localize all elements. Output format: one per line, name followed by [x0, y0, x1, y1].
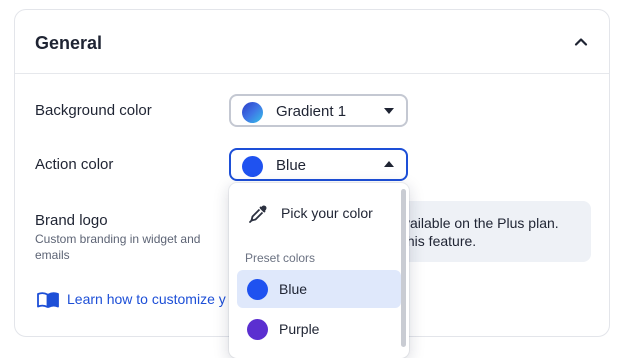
caret-up-icon: [384, 161, 394, 167]
plan-notice: vailable on the Plus plan. this feature.: [389, 201, 591, 262]
action-color-swatch: [242, 156, 263, 177]
caret-down-icon: [384, 108, 394, 114]
chevron-up-icon[interactable]: [571, 32, 591, 52]
pick-color-option[interactable]: Pick your color: [229, 195, 399, 231]
section-title: General: [35, 33, 103, 53]
notice-line-2: this feature.: [403, 233, 477, 249]
action-color-select[interactable]: Blue: [229, 148, 408, 181]
dropdown-scrollbar[interactable]: [401, 189, 406, 347]
learn-link-text[interactable]: Learn how to customize y: [67, 291, 226, 307]
section-header[interactable]: General: [15, 10, 609, 74]
eyedropper-icon: [249, 205, 267, 223]
book-icon: [37, 292, 59, 308]
preset-colors-heading: Preset colors: [245, 251, 316, 265]
background-color-select[interactable]: Gradient 1: [229, 94, 408, 127]
color-option-label: Purple: [279, 321, 320, 337]
pick-color-label: Pick your color: [281, 205, 373, 221]
action-color-value: Blue: [276, 157, 307, 174]
blue-swatch: [247, 279, 268, 300]
gradient-swatch: [242, 102, 263, 123]
purple-swatch: [247, 319, 268, 340]
background-color-label: Background color: [35, 102, 152, 119]
action-color-label: Action color: [35, 156, 114, 173]
background-color-value: Gradient 1: [276, 103, 347, 120]
color-option-blue[interactable]: Blue: [237, 270, 401, 308]
color-option-purple[interactable]: Purple: [237, 310, 401, 348]
notice-line-1: vailable on the Plus plan.: [403, 215, 559, 231]
color-option-label: Blue: [279, 281, 308, 297]
brand-logo-label: Brand logo: [35, 212, 108, 229]
brand-logo-description: Custom branding in widget and emails: [35, 232, 201, 262]
action-color-dropdown: Pick your color Preset colors Blue Purpl…: [229, 183, 409, 358]
